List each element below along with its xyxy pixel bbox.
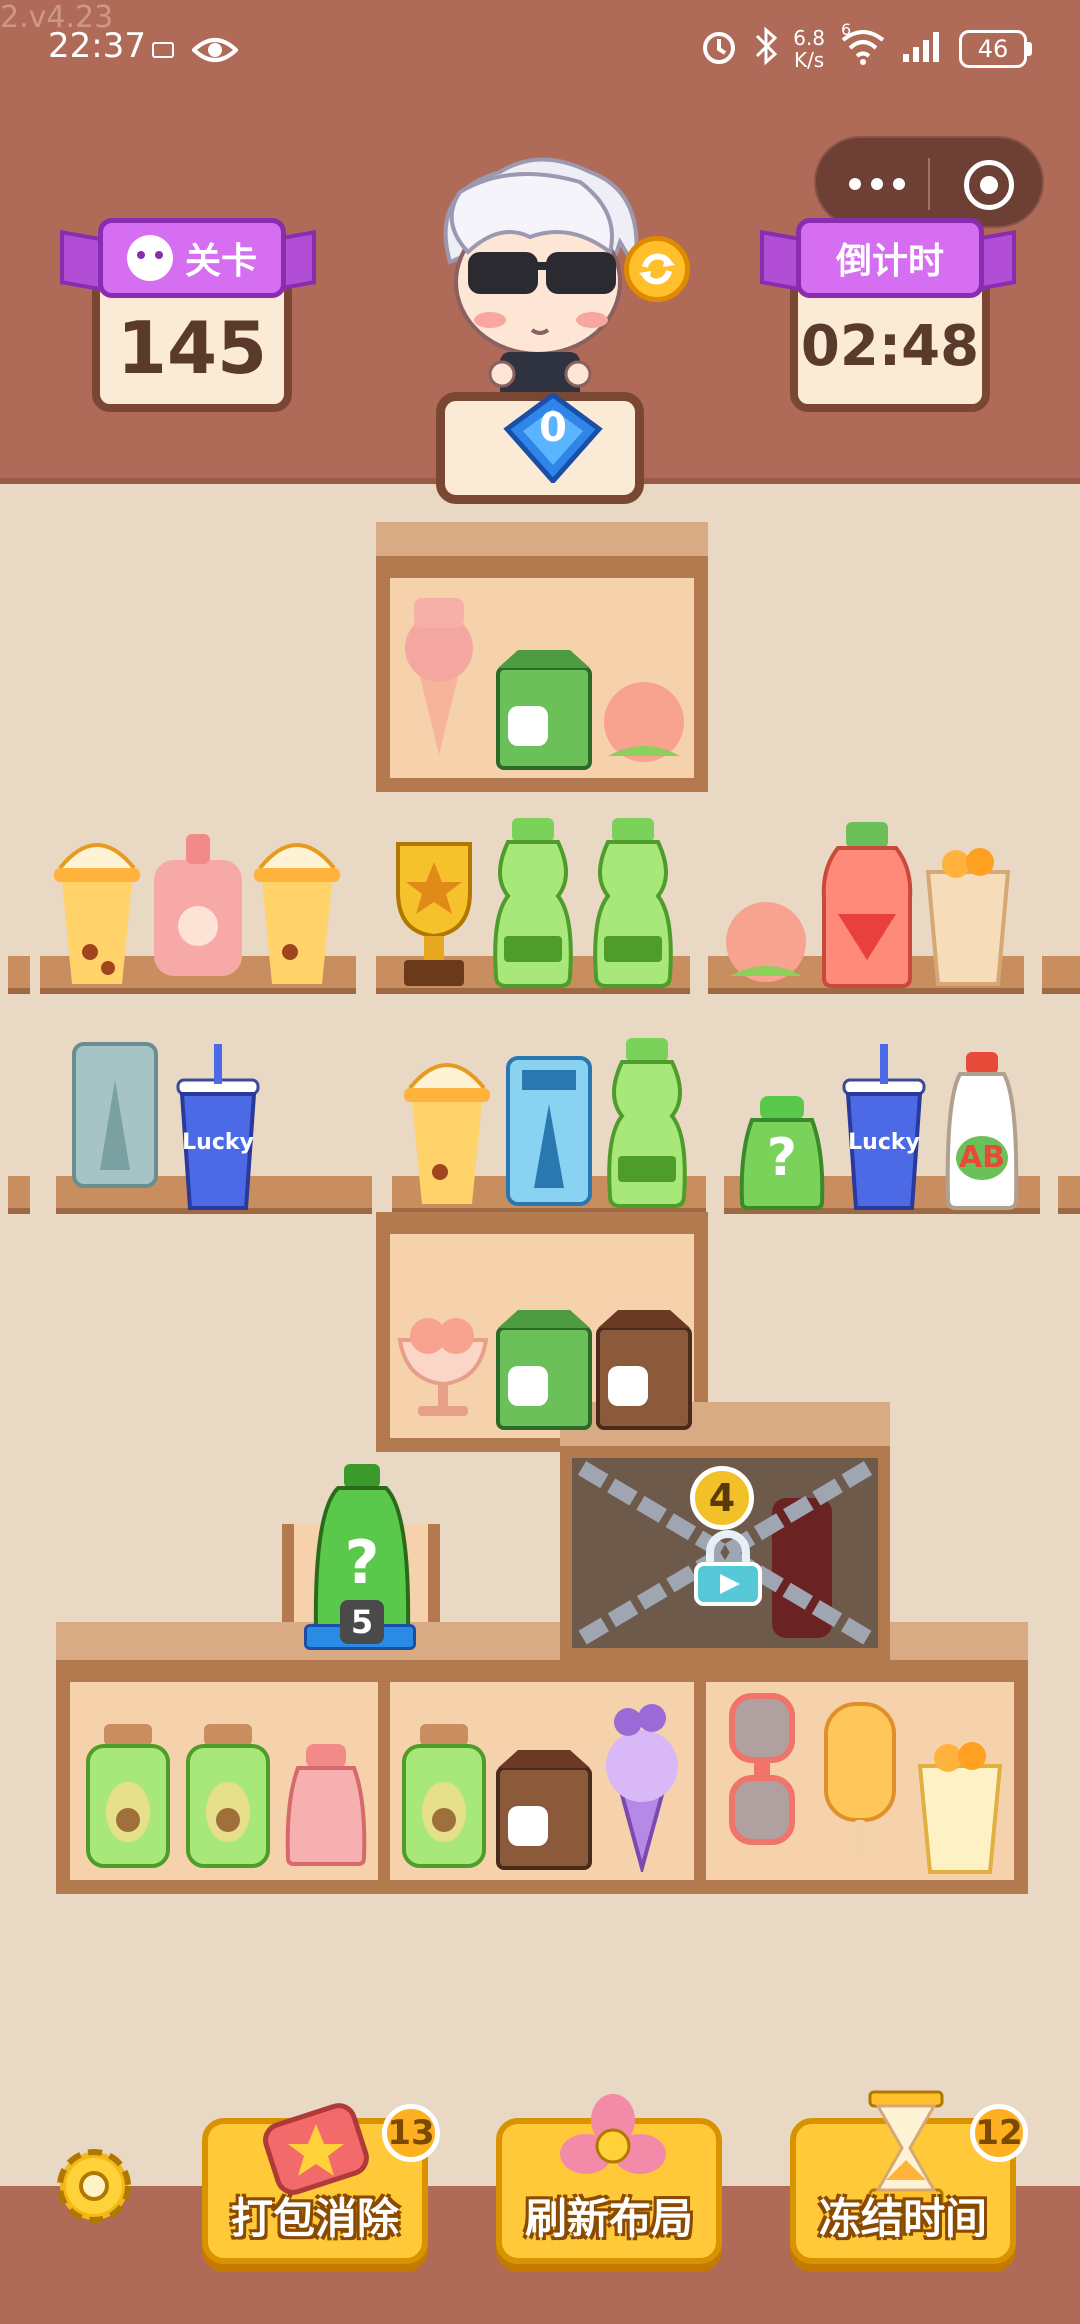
shelf-plank (1042, 956, 1080, 994)
trophy-item[interactable] (384, 840, 484, 990)
ab-label: AB (958, 1140, 1006, 1175)
milk-carton-item[interactable] (494, 1306, 594, 1432)
swap-avatar-button[interactable] (624, 236, 690, 302)
pinwheel-icon (560, 2094, 666, 2174)
countdown-value: 02:48 (800, 314, 980, 379)
boba-tea-item[interactable] (400, 1042, 494, 1208)
level-number: 145 (116, 306, 268, 390)
avocado-jar-item[interactable] (82, 1720, 174, 1870)
network-speed: 6.8 K/s (793, 26, 825, 72)
boba-tea-item[interactable] (250, 822, 344, 988)
boba-tea-item[interactable] (50, 822, 144, 988)
skull-icon (126, 235, 173, 281)
battery-indicator: 46 (959, 30, 1032, 68)
jelly-pouch-item[interactable] (150, 830, 246, 980)
sunglasses-item[interactable] (724, 1686, 800, 1852)
bluetooth-icon (753, 26, 779, 73)
gem-counter: 0 (436, 391, 644, 504)
close-miniprogram-icon[interactable] (964, 160, 1014, 210)
chocolate-milk-carton-item[interactable] (594, 1306, 694, 1432)
ticket-item[interactable] (504, 1054, 594, 1208)
shelf-top-lid (376, 522, 708, 558)
ramune-bottle-item[interactable] (604, 1036, 690, 1208)
mystery-bottle-counter: 5 (340, 1600, 384, 1644)
timer-ribbon: 倒计时 (796, 218, 984, 298)
popsicle-item[interactable] (820, 1700, 900, 1860)
sundae-item[interactable] (394, 1300, 492, 1420)
peach-item[interactable] (720, 896, 812, 992)
alarm-icon (699, 26, 739, 73)
mango-drink-item[interactable] (922, 842, 1014, 988)
shuffle-layout-label: 刷新布局 (524, 2194, 693, 2243)
diamond-icon: 0 (503, 391, 603, 485)
ab-milk-bottle-item[interactable] (944, 1050, 1020, 1212)
eye-icon (191, 34, 239, 66)
freeze-time-count: 12 (970, 2104, 1028, 2162)
status-time: 22:37 (48, 26, 146, 66)
player-avatar[interactable] (420, 152, 660, 412)
mystery-mark: ? (766, 1128, 798, 1188)
pack-clear-button[interactable]: 打包消除 13 (202, 2103, 440, 2264)
milk-carton-item[interactable] (494, 646, 594, 772)
lucky-cup-label: Lucky (182, 1130, 254, 1155)
shelf-divider (378, 1670, 390, 1892)
lucky-cup-label: Lucky (848, 1130, 920, 1155)
signal-icon (901, 28, 945, 71)
ticket-item[interactable] (70, 1040, 160, 1190)
more-menu-icon[interactable] (846, 168, 908, 200)
freeze-time-button[interactable]: 冻结时间 12 (790, 2090, 1028, 2264)
strawberry-yogurt-item[interactable] (284, 1740, 368, 1868)
avocado-jar-item[interactable] (398, 1720, 490, 1870)
wifi-icon: 6 (839, 20, 887, 73)
lucky-cup-item[interactable] (170, 1040, 266, 1212)
miniprogram-capsule (814, 136, 1044, 228)
shelf-plank (8, 956, 30, 994)
level-ribbon: 关卡 (98, 218, 286, 298)
padlock-icon (690, 1530, 766, 1608)
shuffle-layout-button[interactable]: 刷新布局 (496, 2094, 722, 2264)
level-label: 关卡 (184, 241, 257, 282)
ramune-bottle-item[interactable] (490, 816, 576, 988)
shelf-plank (8, 1176, 30, 1214)
shelf-divider (694, 1670, 706, 1892)
grape-ice-cream-item[interactable] (596, 1700, 688, 1872)
mystery-bottle-mark: ? (344, 1528, 380, 1598)
peach-item[interactable] (598, 676, 690, 772)
lucky-cup-item[interactable] (836, 1040, 932, 1212)
freeze-time-label: 冻结时间 (818, 2194, 987, 2243)
lock-count-badge: 4 (690, 1466, 754, 1530)
status-icons: 6.8 K/s 6 46 (699, 20, 1032, 73)
mango-drink-item[interactable] (914, 1736, 1006, 1876)
pack-clear-label: 打包消除 (230, 2194, 399, 2243)
avocado-jar-item[interactable] (182, 1720, 274, 1870)
gem-count: 0 (539, 405, 567, 451)
notification-icon (152, 42, 174, 58)
shelf-plank (1058, 1176, 1080, 1214)
chocolate-milk-carton-item[interactable] (494, 1746, 594, 1872)
timer-label: 倒计时 (835, 241, 944, 282)
pack-clear-count: 13 (382, 2104, 440, 2162)
settings-gear-icon[interactable] (48, 2140, 140, 2232)
refresh-icon (639, 253, 675, 285)
watermelon-juice-item[interactable] (820, 818, 914, 988)
ramune-bottle-item[interactable] (590, 816, 676, 988)
ice-cream-item[interactable] (394, 590, 484, 760)
